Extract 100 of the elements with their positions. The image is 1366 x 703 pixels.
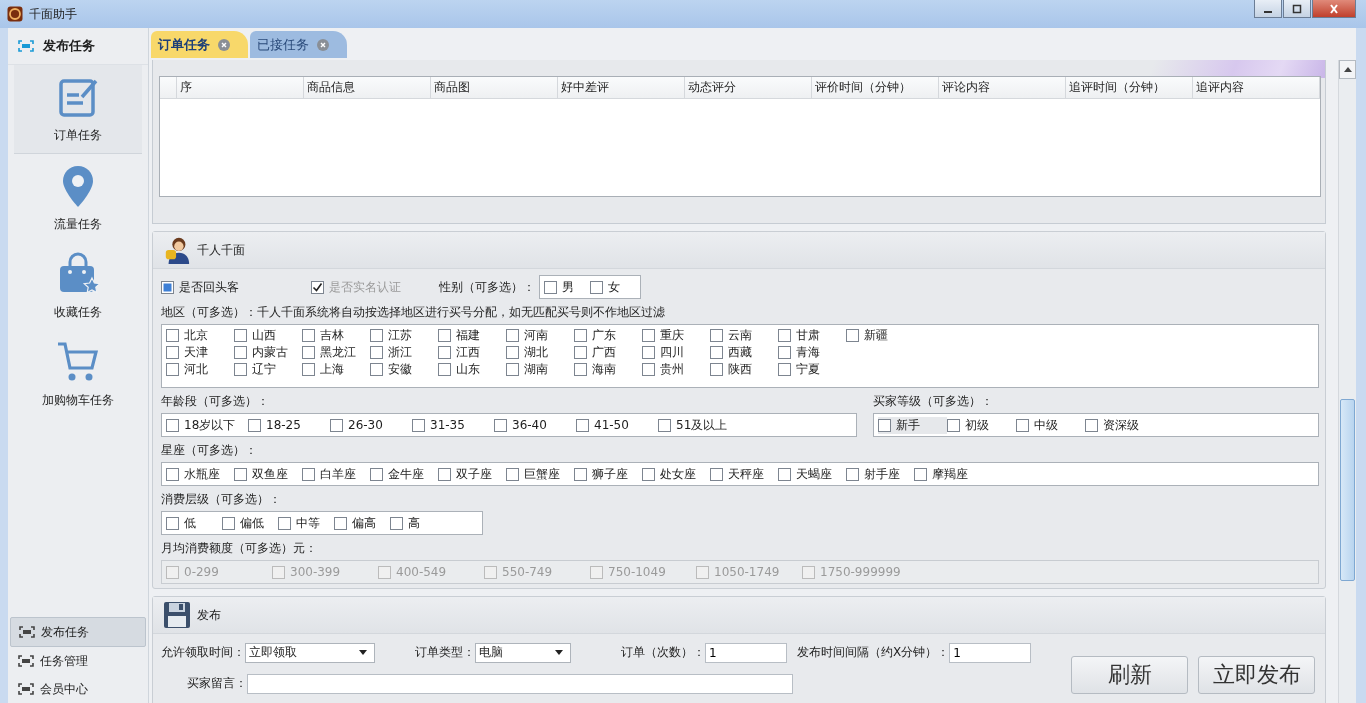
checkbox[interactable]: 广西 [574,344,642,361]
action-button[interactable]: 立即发布 [1198,656,1315,694]
close-icon[interactable] [218,38,230,51]
checkbox[interactable]: 18-25 [248,416,330,434]
checkbox[interactable]: 26-30 [330,416,412,434]
checkbox[interactable]: 高 [390,514,446,532]
sidebar-item[interactable]: 流量任务 [14,154,142,242]
checkbox[interactable]: 双子座 [438,465,506,483]
checkbox[interactable]: 湖南 [506,361,574,378]
field-label: 发布时间间隔（约X分钟）： [797,644,950,661]
nav-item[interactable]: 发布任务 [10,617,146,647]
field-label: 消费层级（可多选）： [161,491,282,508]
panel-title: 发布 [197,606,221,624]
person-icon [163,236,191,264]
maximize-icon [1291,3,1303,14]
checkbox[interactable]: 河北 [166,361,234,378]
nav-item[interactable]: 会员中心 [10,675,146,703]
field-label: 允许领取时间： [161,644,245,661]
checkbox[interactable]: 天津 [166,344,234,361]
checkbox[interactable]: 男 [544,278,590,296]
checkbox[interactable]: 辽宁 [234,361,302,378]
sidebar-item[interactable]: 订单任务 [14,65,142,154]
field-label: 性别（可多选）： [439,278,535,296]
checkbox[interactable]: 新手 [878,416,947,434]
order-count-field[interactable]: 1 [705,642,787,663]
sidebar-item[interactable]: 加购物车任务 [14,330,142,418]
checkbox[interactable]: 低 [166,514,222,532]
checkbox[interactable]: 内蒙古 [234,344,302,361]
checkbox[interactable]: 中等 [278,514,334,532]
checkbox[interactable]: 白羊座 [302,465,370,483]
checkbox[interactable]: 宁夏 [778,361,846,378]
checkbox[interactable]: 狮子座 [574,465,642,483]
sidebar-item[interactable]: 收藏任务 [14,242,142,330]
checkbox[interactable]: 41-50 [576,416,658,434]
column-header: 评论内容 [938,77,1066,98]
checkbox[interactable]: 摩羯座 [914,465,982,483]
checkbox[interactable]: 天蝎座 [778,465,846,483]
checkbox[interactable]: 偏高 [334,514,390,532]
tab[interactable]: 已接任务 [250,31,347,58]
column-header: 商品图 [430,77,558,98]
checkbox[interactable]: 安徽 [370,361,438,378]
checkbox[interactable]: 31-35 [412,416,494,434]
nav-item[interactable]: 任务管理 [10,647,146,675]
checkbox[interactable]: 资深级 [1085,416,1154,434]
checkbox[interactable]: 广东 [574,327,642,344]
checkbox[interactable]: 巨蟹座 [506,465,574,483]
checkbox[interactable]: 初级 [947,416,1016,434]
checkbox[interactable]: 女 [590,278,636,296]
checkbox[interactable]: 江苏 [370,327,438,344]
checkbox[interactable]: 新疆 [846,327,914,344]
buyer-message-field[interactable] [247,673,793,694]
checkbox[interactable]: 湖北 [506,344,574,361]
field-label: 月均消费额度（可多选）元： [161,540,318,557]
checkbox[interactable]: 中级 [1016,416,1085,434]
checkbox[interactable]: 水瓶座 [166,465,234,483]
caret-icon [555,650,563,655]
checkbox[interactable]: 福建 [438,327,506,344]
checkbox[interactable]: 重庆 [642,327,710,344]
column-header: 评价时间（分钟） [811,77,939,98]
checkbox[interactable]: 天秤座 [710,465,778,483]
checkbox[interactable]: 山东 [438,361,506,378]
order-type-dropdown[interactable]: 电脑 [475,642,571,663]
checkbox[interactable]: 是否回头客 [161,278,239,296]
checkbox[interactable]: 浙江 [370,344,438,361]
minimize-button[interactable] [1254,0,1282,18]
scrollbar[interactable] [1338,60,1356,703]
checkbox[interactable]: 西藏 [710,344,778,361]
close-button[interactable] [1312,0,1356,18]
action-button[interactable]: 刷新 [1071,656,1188,694]
checkbox[interactable]: 处女座 [642,465,710,483]
checkbox[interactable]: 海南 [574,361,642,378]
checkbox[interactable]: 江西 [438,344,506,361]
checkbox[interactable]: 36-40 [494,416,576,434]
field-label: 星座（可多选）： [161,442,258,459]
checkbox[interactable]: 甘肃 [778,327,846,344]
checkbox[interactable]: 金牛座 [370,465,438,483]
checkbox[interactable]: 51及以上 [658,416,740,434]
maximize-button[interactable] [1283,0,1311,18]
checkbox[interactable]: 贵州 [642,361,710,378]
checkbox[interactable]: 青海 [778,344,846,361]
tab[interactable]: 订单任务 [151,31,248,58]
close-icon[interactable] [317,38,329,51]
checkbox[interactable]: 双鱼座 [234,465,302,483]
checkbox[interactable]: 吉林 [302,327,370,344]
checkbox[interactable]: 云南 [710,327,778,344]
checkbox[interactable]: 18岁以下 [166,416,248,434]
field-label: 订单（次数）： [621,644,705,661]
checkbox[interactable]: 河南 [506,327,574,344]
checkbox[interactable]: 偏低 [222,514,278,532]
claim-time-dropdown[interactable]: 立即领取 [245,642,375,663]
checkbox[interactable]: 四川 [642,344,710,361]
checkbox[interactable]: 上海 [302,361,370,378]
scrollbar-thumb[interactable] [1340,399,1355,581]
checkbox[interactable]: 陕西 [710,361,778,378]
checkbox[interactable]: 射手座 [846,465,914,483]
checkbox[interactable]: 黑龙江 [302,344,370,361]
up-arrow-icon[interactable] [1343,67,1352,72]
checkbox[interactable]: 北京 [166,327,234,344]
interval-field[interactable]: 1 [949,642,1032,663]
checkbox[interactable]: 山西 [234,327,302,344]
